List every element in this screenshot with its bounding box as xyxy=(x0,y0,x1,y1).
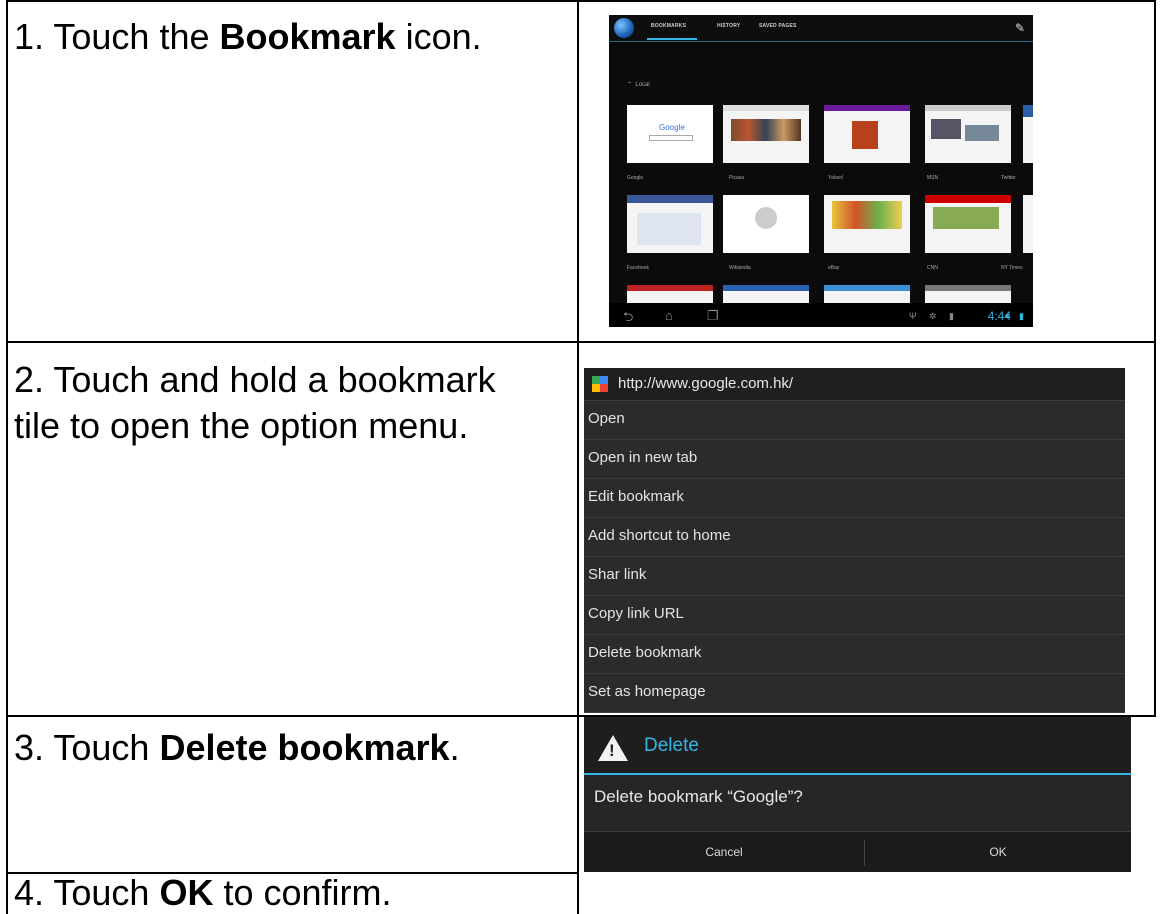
table-border-top xyxy=(6,0,1156,2)
bookmark-tile-google[interactable]: Google xyxy=(627,105,713,163)
menu-header: http://www.google.com.hk/ xyxy=(584,368,1125,401)
recent-apps-icon[interactable]: ❐ xyxy=(707,308,719,324)
table-border-left xyxy=(6,0,8,914)
tile-label: Yahoo! xyxy=(828,175,844,181)
tile-header-shape xyxy=(824,285,910,291)
menu-item-open[interactable]: Open xyxy=(584,401,1125,440)
delete-dialog-screenshot: ! Delete Delete bookmark “Google”? Cance… xyxy=(584,717,1131,872)
globe-icon xyxy=(755,207,777,229)
cancel-button[interactable]: Cancel xyxy=(584,832,864,872)
dialog-message: Delete bookmark “Google”? xyxy=(594,787,803,806)
battery-small-icon: ▮ xyxy=(949,311,954,321)
tile-label: MSN xyxy=(927,175,939,181)
bookmarks-screenshot: BOOKMARKS HISTORY SAVED PAGES ✎ ⌃ Local … xyxy=(609,15,1033,327)
dialog-header: ! Delete xyxy=(584,717,1131,773)
tile-label: eBay xyxy=(828,265,840,271)
active-tab-indicator xyxy=(647,38,697,40)
tile-header-shape xyxy=(723,285,809,291)
globe-icon[interactable] xyxy=(614,18,634,38)
step-3-text: 3. Touch Delete bookmark. xyxy=(14,727,460,768)
menu-item-copy-link[interactable]: Copy link URL xyxy=(584,596,1125,635)
bookmark-tile-partial[interactable] xyxy=(925,285,1011,303)
tab-saved-pages[interactable]: SAVED PAGES xyxy=(759,23,797,29)
context-menu-screenshot: http://www.google.com.hk/ Open Open in n… xyxy=(584,368,1125,713)
usb-icon: Ψ xyxy=(909,311,917,321)
tile-header-shape xyxy=(627,195,713,203)
google-favicon-icon xyxy=(592,376,608,392)
menu-url: http://www.google.com.hk/ xyxy=(618,375,794,392)
tile-label: NY Times xyxy=(1001,265,1023,271)
bookmark-tile-partial[interactable] xyxy=(723,285,809,303)
tile-header-shape xyxy=(925,195,1011,203)
table-border-right xyxy=(1154,0,1156,717)
menu-item-delete-bookmark[interactable]: Delete bookmark xyxy=(584,635,1125,674)
step-1-text: 1. Touch the Bookmark icon. xyxy=(14,16,482,57)
menu-item-edit-bookmark[interactable]: Edit bookmark xyxy=(584,479,1125,518)
dialog-title-divider xyxy=(584,773,1131,775)
back-icon[interactable]: ⮌ xyxy=(623,308,633,327)
bookmark-tile-msn[interactable] xyxy=(925,105,1011,163)
news-image-shape xyxy=(933,207,999,229)
google-logo-icon: Google xyxy=(659,123,685,132)
battery-icon: ▮ xyxy=(1019,311,1024,321)
news-image-shape xyxy=(965,125,999,141)
wrench-icon[interactable]: ✎ xyxy=(1015,21,1025,35)
banner-shape xyxy=(832,201,902,229)
tile-label: CNN xyxy=(927,265,938,271)
tile-label: Wikipedia xyxy=(729,265,751,271)
section-local[interactable]: ⌃ Local xyxy=(627,81,650,88)
tile-header-shape xyxy=(925,105,1011,111)
warning-mark: ! xyxy=(609,741,615,760)
tile-header-shape xyxy=(824,105,910,111)
news-image-shape xyxy=(852,121,878,149)
tile-label: Facebook xyxy=(627,265,649,271)
ok-button[interactable]: OK xyxy=(865,832,1131,872)
tab-history[interactable]: HISTORY xyxy=(717,23,740,29)
tile-label: Google xyxy=(627,175,644,181)
bookmark-tile-yahoo[interactable] xyxy=(824,105,910,163)
table-border-middle xyxy=(577,0,579,914)
bookmark-tile-facebook[interactable] xyxy=(627,195,713,253)
tab-bookmarks[interactable]: BOOKMARKS xyxy=(651,23,686,29)
bookmark-tile-cnn[interactable] xyxy=(925,195,1011,253)
wifi-icon: ▾ xyxy=(1005,311,1010,321)
step-4-text: 4. Touch OK to confirm. xyxy=(14,872,392,913)
tile-header-shape xyxy=(723,105,809,111)
bookmark-tile-nytimes[interactable] xyxy=(1023,195,1033,253)
step-2-text: 2. Touch and hold a bookmark tile to ope… xyxy=(14,359,496,446)
tile-label: Twitter xyxy=(1001,175,1016,181)
bookmark-tile-ebay[interactable] xyxy=(824,195,910,253)
home-icon[interactable]: ⌂ xyxy=(665,308,673,323)
dialog-button-bar: Cancel OK xyxy=(584,831,1131,872)
bookmark-tile-picasa[interactable] xyxy=(723,105,809,163)
bookmark-tile-partial[interactable] xyxy=(824,285,910,303)
debug-icon: ✲ xyxy=(929,311,937,321)
menu-item-share-link[interactable]: Shar link xyxy=(584,557,1125,596)
menu-item-set-homepage[interactable]: Set as homepage xyxy=(584,674,1125,713)
bookmark-tile-partial[interactable] xyxy=(627,285,713,303)
system-nav-bar: ⮌ ⌂ ❐ Ψ ✲ ▮ 4:44 ▾ ▮ xyxy=(609,303,1033,327)
photo-strip-shape xyxy=(731,119,801,141)
tab-bar-separator xyxy=(609,41,1033,42)
news-image-shape xyxy=(931,119,961,139)
tile-label: Picasa xyxy=(729,175,745,181)
tile-header-shape xyxy=(627,285,713,291)
table-row-divider-1 xyxy=(6,341,1156,343)
bookmark-tile-wikipedia[interactable] xyxy=(723,195,809,253)
tile-header-shape xyxy=(925,285,1011,291)
search-box-shape xyxy=(649,135,693,141)
dialog-title: Delete xyxy=(644,735,699,756)
tile-header-shape xyxy=(1023,105,1033,117)
map-shape xyxy=(637,213,701,245)
menu-item-add-shortcut[interactable]: Add shortcut to home xyxy=(584,518,1125,557)
bookmark-tile-twitter[interactable] xyxy=(1023,105,1033,163)
menu-item-open-new-tab[interactable]: Open in new tab xyxy=(584,440,1125,479)
